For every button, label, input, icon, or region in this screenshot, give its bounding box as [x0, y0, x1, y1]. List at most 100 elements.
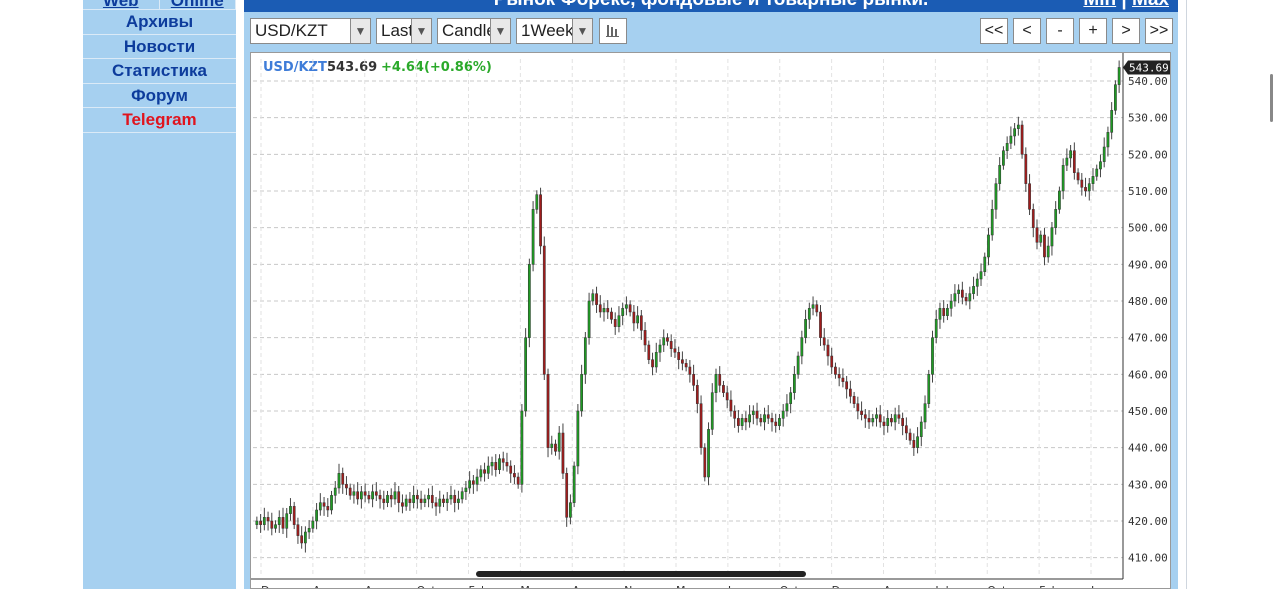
candle [501, 458, 505, 463]
candle [800, 337, 804, 357]
candle [946, 308, 949, 316]
sidebar-item-news[interactable]: Новости [83, 33, 236, 59]
candle [677, 352, 681, 360]
candle [1058, 190, 1061, 210]
candle [658, 344, 662, 353]
chart-style-select[interactable]: Candle ▼ [437, 18, 511, 44]
sidebar-item-statistics[interactable]: Статистика [83, 58, 236, 83]
candle [703, 447, 707, 478]
candle [1076, 172, 1080, 181]
candle [1054, 209, 1058, 228]
x-tick-label: May [520, 584, 543, 589]
chevron-down-icon: ▼ [411, 19, 431, 43]
zoom-max-link[interactable]: Max [1132, 0, 1169, 10]
y-tick-label: 460.00 [1128, 368, 1168, 381]
candle [345, 484, 348, 489]
candle [807, 308, 811, 320]
x-tick-label: Jun [1090, 584, 1108, 589]
nav-first-button[interactable]: << [980, 18, 1008, 44]
candle [296, 524, 300, 536]
candle [412, 495, 416, 503]
candle [438, 498, 442, 507]
candle [852, 396, 856, 404]
candle [1110, 110, 1114, 133]
candle [389, 495, 393, 500]
candle [404, 498, 408, 507]
candle [613, 319, 617, 327]
candle [1043, 234, 1046, 258]
zoom-min-link[interactable]: Min [1083, 0, 1116, 10]
candle [595, 293, 598, 305]
candle [464, 487, 468, 492]
candle [1095, 168, 1099, 177]
candle [673, 348, 677, 353]
zoom-out-button[interactable]: - [1046, 18, 1074, 44]
candle [759, 418, 763, 423]
candle [953, 293, 957, 302]
y-tick-label: 440.00 [1128, 442, 1168, 455]
candle [583, 337, 587, 375]
x-tick-label: Oct [987, 584, 1007, 589]
nav-last-button[interactable]: >> [1145, 18, 1173, 44]
candle [307, 528, 311, 533]
candle [382, 498, 386, 503]
candle [737, 418, 740, 426]
candle [360, 491, 363, 500]
tab-online[interactable]: Online [160, 0, 236, 9]
candle [475, 476, 479, 485]
candle [318, 502, 322, 511]
candle [1031, 209, 1035, 228]
candle [834, 366, 837, 375]
candle [949, 300, 953, 309]
candle [386, 495, 389, 503]
candle [837, 374, 841, 379]
candle [998, 165, 1002, 184]
candle [352, 491, 356, 496]
candle [714, 374, 718, 393]
candle [1039, 234, 1043, 243]
period-select[interactable]: 1Week ▼ [516, 18, 593, 44]
candle [423, 498, 427, 503]
candle [531, 209, 535, 265]
candle [1080, 179, 1084, 188]
candle [718, 374, 722, 386]
candle [1072, 150, 1076, 173]
candle [830, 355, 834, 368]
candle [662, 337, 666, 346]
candle [628, 304, 632, 313]
x-tick-label: Apr [884, 584, 904, 589]
nav-prev-button[interactable]: < [1013, 18, 1041, 44]
candle [755, 410, 759, 419]
price-type-select[interactable]: Last ▼ [376, 18, 432, 44]
chart-scrollbar[interactable] [476, 571, 806, 577]
candle [565, 473, 569, 518]
candle [285, 513, 289, 529]
candle [740, 418, 744, 426]
candle [1106, 132, 1110, 148]
candle [445, 498, 449, 503]
chart-settings-button[interactable] [599, 18, 627, 44]
x-tick-label: Aug [572, 584, 593, 589]
page-scrollbar[interactable] [1270, 74, 1273, 122]
candle [849, 388, 852, 397]
divider [83, 131, 236, 135]
candle [632, 311, 636, 324]
y-tick-label: 430.00 [1128, 478, 1168, 491]
sidebar-item-forum[interactable]: Форум [83, 82, 236, 108]
candle [598, 304, 602, 313]
symbol-select[interactable]: USD/KZT ▼ [250, 18, 371, 44]
tab-web[interactable]: Web [83, 0, 160, 9]
candle [333, 487, 337, 496]
zoom-in-button[interactable]: + [1079, 18, 1107, 44]
sidebar-item-archives[interactable]: Архивы [83, 9, 236, 34]
price-chart[interactable]: USD/KZT 543.69 +4.64(+0.86%) 410.00 420.0… [250, 52, 1171, 589]
y-tick-label: 480.00 [1128, 295, 1168, 308]
left-navigation-panel: Web Online Архивы Новости Статистика Фор… [83, 0, 236, 589]
candle [729, 399, 733, 412]
nav-next-button[interactable]: > [1112, 18, 1140, 44]
candle [636, 315, 639, 324]
chart-change: +4.64(+0.86%) [381, 60, 492, 75]
candle [871, 418, 875, 423]
sidebar-item-telegram[interactable]: Telegram [83, 107, 236, 132]
x-tick-label: Jul [934, 584, 948, 589]
